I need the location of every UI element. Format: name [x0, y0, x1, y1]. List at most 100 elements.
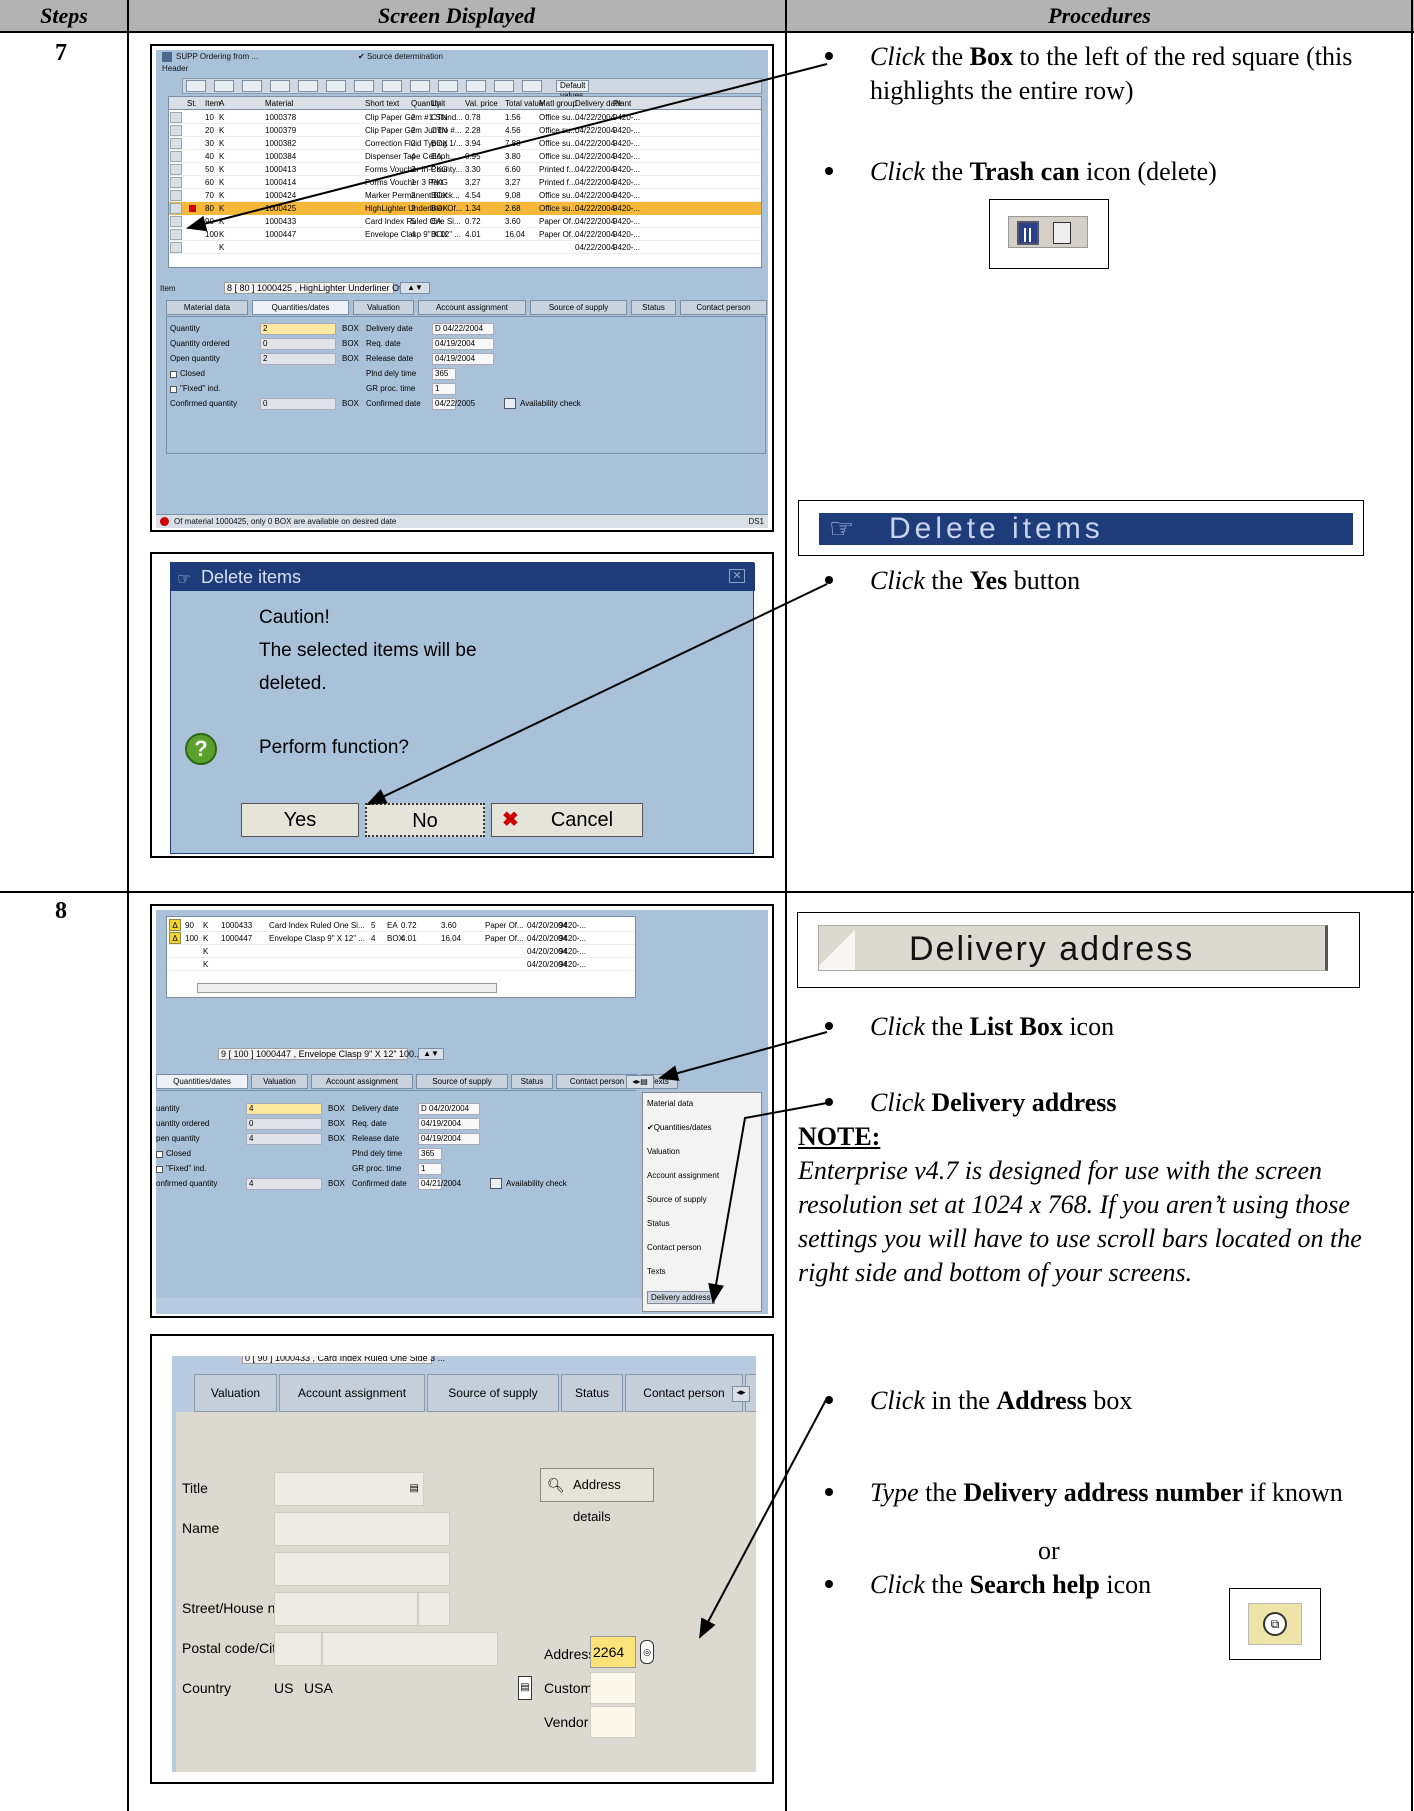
row-selector[interactable]: [170, 125, 182, 136]
search-help-icon[interactable]: ◎: [640, 1640, 654, 1664]
yes-button[interactable]: Yes: [241, 803, 359, 837]
tab-contact-person[interactable]: Contact person: [680, 300, 767, 315]
house-number-field[interactable]: [418, 1592, 450, 1626]
tab-valuation[interactable]: Valuation: [353, 300, 414, 315]
info-icon[interactable]: [494, 80, 514, 92]
table-row[interactable]: 70 K 1000424 Marker Permanent Black... 2 BOX 4…: [169, 189, 761, 202]
doc-overview-icon[interactable]: [162, 52, 172, 62]
item-nav-icons[interactable]: ▲▼: [400, 282, 430, 294]
row-selector[interactable]: [170, 203, 182, 214]
field-value[interactable]: 04/21/2004: [418, 1178, 461, 1190]
field-value[interactable]: 0: [260, 338, 336, 350]
availability-icon[interactable]: [504, 398, 516, 409]
tab-source-of-supply[interactable]: Source of supply: [416, 1074, 508, 1089]
table-row[interactable]: K 04/20/2004 9420-...: [167, 945, 635, 958]
field-value[interactable]: D 04/20/2004: [418, 1103, 480, 1115]
customer-field[interactable]: [590, 1672, 636, 1704]
tab-material-data[interactable]: Material data: [166, 300, 248, 315]
checkbox[interactable]: [170, 371, 177, 378]
street-field[interactable]: [274, 1592, 418, 1626]
close-icon[interactable]: ✕: [729, 569, 745, 583]
tab-valuation[interactable]: Valuation: [251, 1074, 308, 1089]
field-value[interactable]: 04/19/2004: [432, 338, 494, 350]
row-selector[interactable]: [170, 151, 182, 162]
field-value[interactable]: 0: [260, 398, 336, 410]
field-value[interactable]: 04/22/2005: [432, 398, 475, 410]
row-selector[interactable]: [170, 242, 182, 253]
table-row[interactable]: 20 K 1000379 Clip Paper Gem Jumbo #... 2 CTN 2…: [169, 124, 761, 137]
row-selector[interactable]: [170, 177, 182, 188]
field-value[interactable]: 365: [418, 1148, 442, 1160]
tab-account-assignment[interactable]: Account assignment: [418, 300, 526, 315]
tab-quantities-dates[interactable]: Quantities/dates: [156, 1074, 248, 1089]
address-field[interactable]: 2264: [590, 1636, 636, 1668]
dropdown-icon[interactable]: ▤: [410, 1483, 419, 1494]
cancel-button[interactable]: ✖ Cancel: [491, 803, 643, 837]
menu-item-account-assignment[interactable]: Account assignment: [647, 1171, 719, 1180]
name-field-1[interactable]: [274, 1512, 450, 1546]
export-icon[interactable]: [410, 80, 430, 92]
table-row[interactable]: 100 K 1000447 Envelope Clasp 9" X 12" ... 4 B…: [169, 228, 761, 241]
horizontal-scrollbar[interactable]: [197, 983, 497, 993]
table-row[interactable]: 40 K 1000384 Dispenser Tape Celloph... 4 EA 0.…: [169, 150, 761, 163]
menu-item-texts[interactable]: Texts: [647, 1267, 666, 1276]
field-value[interactable]: 2: [260, 353, 336, 365]
checkbox[interactable]: [170, 386, 177, 393]
table-row[interactable]: Δ 90 K 1000433 Card Index Ruled One Si... 5 EA…: [167, 919, 635, 932]
availability-icon[interactable]: [490, 1178, 502, 1189]
document-icon[interactable]: [438, 80, 458, 92]
column-header[interactable]: Plant: [613, 99, 631, 108]
item-select[interactable]: 0 [ 90 ] 1000433 , Card Index Ruled One …: [242, 1356, 445, 1364]
source-determination-check[interactable]: ✔ Source determination: [358, 52, 443, 61]
table-row[interactable]: 10 K 1000378 Clip Paper Gem #1 Stand... 2 CTN…: [169, 111, 761, 124]
table-row[interactable]: K 04/20/2004 9420-...: [167, 958, 635, 971]
table-row[interactable]: 30 K 1000382 Correction Fluid Typing 1/... 2…: [169, 137, 761, 150]
column-header[interactable]: Short text: [365, 99, 399, 108]
menu-item-contact-person[interactable]: Contact person: [647, 1243, 701, 1252]
tab-scroll-icon[interactable]: ◂▸: [732, 1386, 750, 1402]
tab-source-of-supply[interactable]: Source of supply: [427, 1374, 559, 1412]
menu-item-source-of-supply[interactable]: Source of supply: [647, 1195, 707, 1204]
field-value[interactable]: 365: [432, 368, 456, 380]
field-value[interactable]: 0: [246, 1118, 322, 1130]
field-value[interactable]: 4: [246, 1133, 322, 1145]
field-value[interactable]: 4: [246, 1103, 322, 1115]
header-label[interactable]: Header: [162, 64, 188, 73]
field-value[interactable]: 04/19/2004: [418, 1118, 480, 1130]
menu-item-status[interactable]: Status: [647, 1219, 670, 1228]
country-code[interactable]: US: [274, 1680, 293, 1696]
default-values-button[interactable]: Default values: [556, 80, 590, 100]
column-header[interactable]: A: [219, 99, 224, 108]
title-field[interactable]: ▤: [274, 1472, 424, 1506]
field-value[interactable]: 1: [432, 383, 456, 395]
country-detail-icon[interactable]: ▤: [518, 1676, 532, 1700]
tab-status[interactable]: Status: [511, 1074, 553, 1089]
tab-account-assignment[interactable]: Account assignment: [279, 1374, 425, 1412]
column-header[interactable]: Unit: [431, 99, 445, 108]
field-value[interactable]: 4: [246, 1178, 322, 1190]
column-header[interactable]: Total value: [505, 99, 543, 108]
tab-contact-person[interactable]: Contact person: [625, 1374, 743, 1412]
row-selector[interactable]: [170, 216, 182, 227]
column-header[interactable]: Val. price: [465, 99, 498, 108]
checkbox[interactable]: [156, 1151, 163, 1158]
item-nav-icons[interactable]: ▲▼: [418, 1048, 444, 1060]
sum-icon[interactable]: [354, 80, 374, 92]
copy-icon[interactable]: [214, 80, 234, 92]
filter-icon[interactable]: [298, 80, 318, 92]
table-row[interactable]: 80 K 1000425 HighLighter Underliner Of... 2 B…: [169, 202, 761, 215]
trash-can-icon[interactable]: [242, 80, 262, 92]
tab-account-assignment[interactable]: Account assignment: [311, 1074, 413, 1089]
city-field[interactable]: [322, 1632, 498, 1666]
list-box-icon[interactable]: ◂▸▤: [626, 1075, 654, 1089]
print-icon[interactable]: [270, 80, 290, 92]
address-details-button[interactable]: 🔍︎ Address details: [540, 1468, 654, 1524]
search-icon[interactable]: [186, 80, 206, 92]
menu-item-material-data[interactable]: Material data: [647, 1099, 693, 1108]
no-button[interactable]: No: [365, 803, 485, 837]
item-select[interactable]: 9 [ 100 ] 1000447 , Envelope Clasp 9" X …: [218, 1048, 422, 1060]
menu-item-delivery-address[interactable]: Delivery address: [647, 1291, 715, 1304]
tab-quantities-dates[interactable]: Quantities/dates: [252, 300, 349, 315]
column-header[interactable]: Material: [265, 99, 293, 108]
field-value[interactable]: 04/19/2004: [432, 353, 494, 365]
